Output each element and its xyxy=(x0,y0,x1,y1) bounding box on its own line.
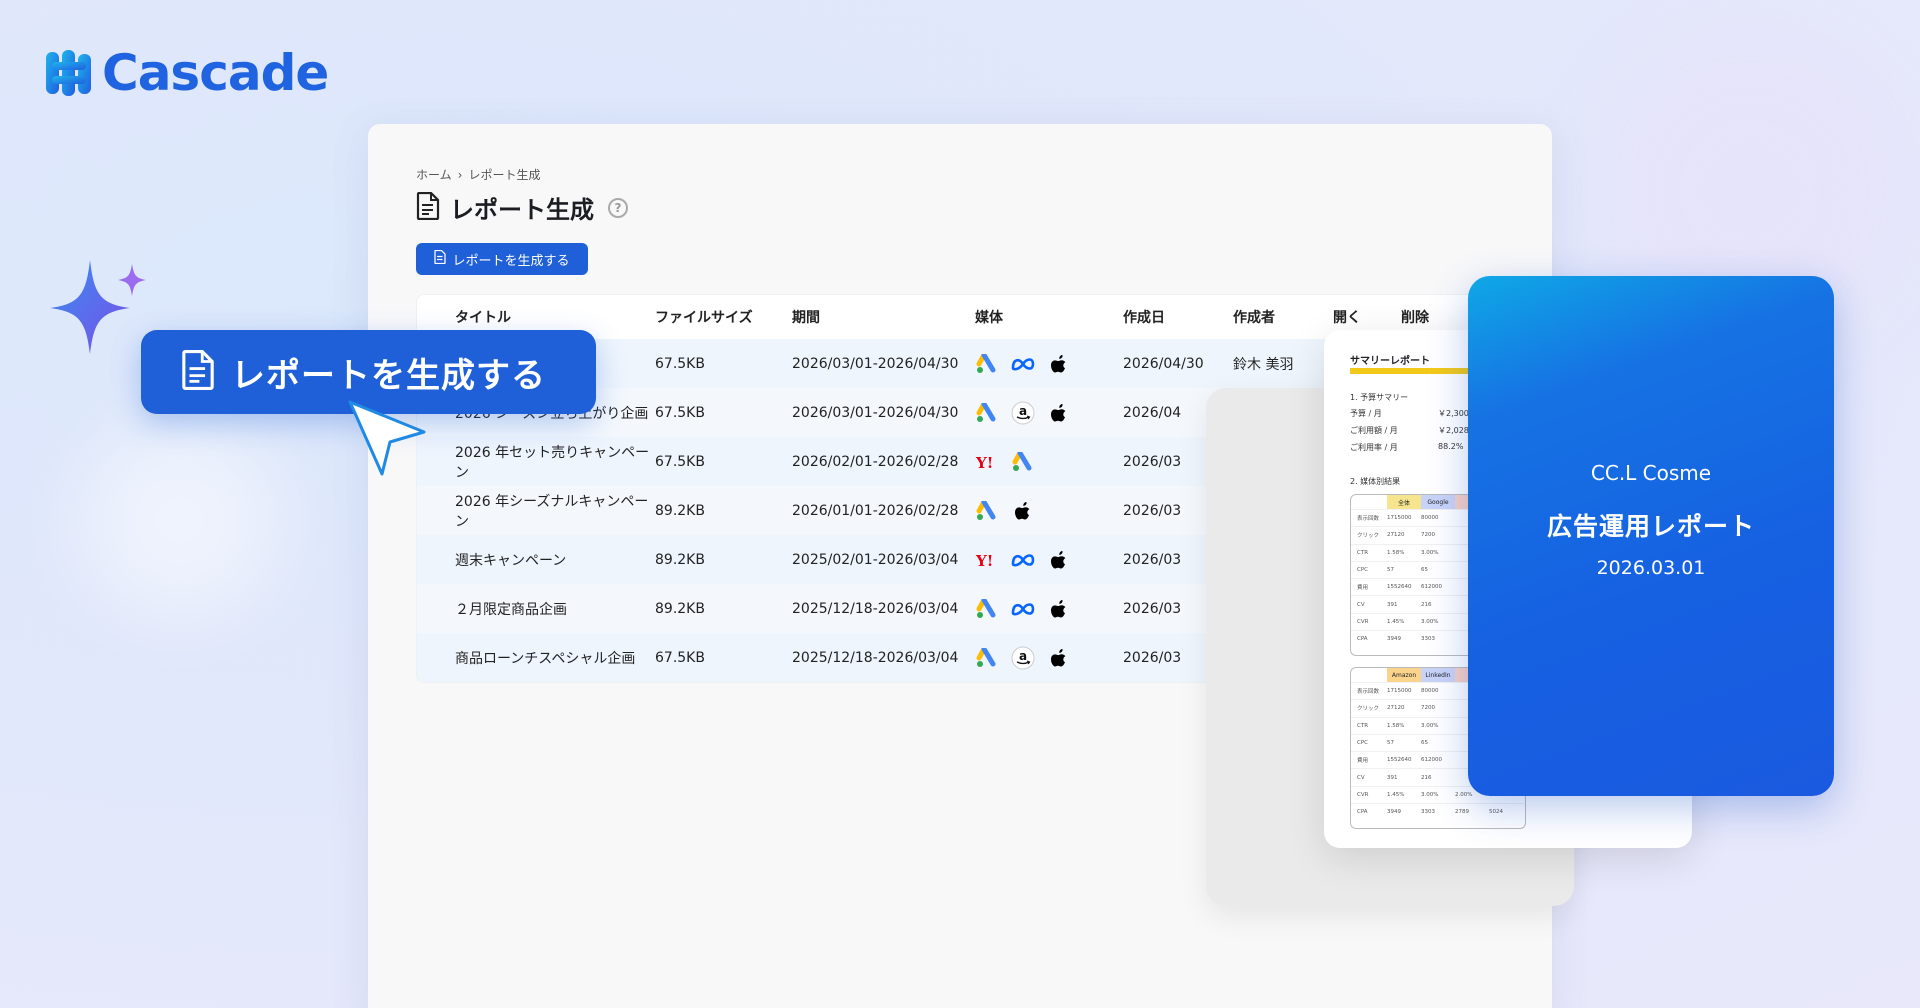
breadcrumb-current: レポート生成 xyxy=(468,168,541,182)
col-created[interactable]: 作成日 xyxy=(1123,307,1233,327)
row-media xyxy=(975,597,1123,621)
apple-icon xyxy=(1047,548,1071,572)
document-icon xyxy=(434,249,447,268)
google-ads-icon xyxy=(1011,450,1035,474)
apple-icon xyxy=(1047,597,1071,621)
row-media: a xyxy=(975,646,1123,670)
row-title: 商品ローンチスペシャル企画 xyxy=(455,650,636,667)
page-title: レポート生成 xyxy=(450,196,594,224)
mini-table-head-cell: LinkedIn xyxy=(1421,668,1455,682)
cover-company: CC.L Cosme xyxy=(1590,461,1712,485)
row-title: 2026 年シーズナルキャンペーン xyxy=(455,493,649,530)
report-cover: CC.L Cosme 広告運用レポート 2026.03.01 xyxy=(1468,276,1834,796)
brand-logo: Cascade xyxy=(44,44,329,102)
col-size[interactable]: ファイルサイズ xyxy=(655,307,792,327)
help-icon[interactable]: ? xyxy=(608,197,628,218)
col-media[interactable]: 媒体 xyxy=(975,307,1123,327)
apple-icon xyxy=(1047,401,1071,425)
cursor-arrow-icon xyxy=(346,398,428,480)
row-title: ２月限定商品企画 xyxy=(455,601,567,618)
row-media: Y! xyxy=(975,548,1123,572)
meta-icon xyxy=(1011,352,1035,376)
bg-blob xyxy=(80,420,280,620)
row-period: 2026/03/01-2026/04/30 xyxy=(792,404,959,421)
document-icon xyxy=(181,349,215,395)
report-section-media: 2. 媒体別結果 xyxy=(1350,477,1401,486)
mini-table-row: CPA 3949 3303 2789 5024 xyxy=(1351,803,1525,820)
brand-name: Cascade xyxy=(102,44,329,102)
col-open: 開く xyxy=(1333,310,1361,326)
budget-line: ご利用率 / 月 88.2% xyxy=(1350,442,1464,452)
row-size: 89.2KB xyxy=(655,600,705,617)
row-period: 2025/12/18-2026/03/04 xyxy=(792,600,959,617)
svg-text:Y!: Y! xyxy=(975,552,993,569)
google-ads-icon xyxy=(975,499,999,523)
row-period: 2025/12/18-2026/03/04 xyxy=(792,649,959,666)
row-title: 週末キャンペーン xyxy=(455,552,567,569)
row-size: 67.5KB xyxy=(655,453,705,470)
row-period: 2026/03/01-2026/04/30 xyxy=(792,355,959,372)
apple-icon xyxy=(1011,499,1035,523)
row-period: 2025/02/01-2026/03/04 xyxy=(792,551,959,568)
mini-table-head-cell: 全体 xyxy=(1387,495,1421,509)
cover-title: 広告運用レポート xyxy=(1546,512,1755,541)
budget-line: 予算 / 月 ￥2,300,0 xyxy=(1350,409,1477,418)
generate-report-button[interactable]: レポートを生成する xyxy=(416,243,588,275)
row-period: 2026/01/01-2026/02/28 xyxy=(792,502,959,519)
row-media: Y! xyxy=(975,450,1123,474)
col-author[interactable]: 作成者 xyxy=(1233,307,1333,327)
generate-button-label: レポートを生成する xyxy=(452,253,570,269)
meta-icon xyxy=(1011,548,1035,572)
document-icon xyxy=(416,191,440,224)
cascade-logo-icon xyxy=(44,48,94,98)
budget-line: ご利用額 / 月 ￥2,028,8 xyxy=(1350,426,1477,435)
row-size: 67.5KB xyxy=(655,355,705,372)
callout-label: レポートを生成する xyxy=(231,355,546,396)
row-period: 2026/02/01-2026/02/28 xyxy=(792,453,959,470)
row-media xyxy=(975,352,1123,376)
row-media: a xyxy=(975,401,1123,425)
row-size: 89.2KB xyxy=(655,551,705,568)
row-size: 67.5KB xyxy=(655,404,705,421)
google-ads-icon xyxy=(975,352,999,376)
breadcrumb-separator: › xyxy=(457,167,463,182)
breadcrumb: ホーム › レポート生成 xyxy=(416,166,540,183)
row-author: 鈴木 美羽 xyxy=(1233,356,1294,373)
row-size: 89.2KB xyxy=(655,502,705,519)
svg-text:a: a xyxy=(1019,404,1027,418)
svg-text:Y!: Y! xyxy=(975,454,993,471)
meta-icon xyxy=(1011,597,1035,621)
google-ads-icon xyxy=(975,597,999,621)
col-delete: 削除 xyxy=(1401,310,1429,326)
row-media xyxy=(975,499,1123,523)
row-size: 67.5KB xyxy=(655,649,705,666)
mini-table-head-cell: Google xyxy=(1421,495,1455,509)
report-section-budget: 1. 予算サマリー xyxy=(1350,393,1409,402)
col-title[interactable]: タイトル xyxy=(417,307,655,327)
row-title: 2026 年セット売りキャンペーン xyxy=(455,444,650,481)
page-header: レポート生成 ? xyxy=(416,190,628,225)
breadcrumb-home[interactable]: ホーム xyxy=(416,166,452,183)
apple-icon xyxy=(1047,646,1071,670)
amazon-icon: a xyxy=(1011,646,1035,670)
cover-date: 2026.03.01 xyxy=(1596,557,1706,579)
amazon-icon: a xyxy=(1011,401,1035,425)
row-created: 2026/04/30 xyxy=(1123,355,1204,372)
svg-text:a: a xyxy=(1019,649,1027,663)
mini-table-head-cell: Amazon xyxy=(1387,668,1421,682)
google-ads-icon xyxy=(975,401,999,425)
apple-icon xyxy=(1047,352,1071,376)
yahoo-icon: Y! xyxy=(975,548,999,572)
report-doc-title: サマリーレポート xyxy=(1350,356,1430,367)
google-ads-icon xyxy=(975,646,999,670)
col-period[interactable]: 期間 xyxy=(792,307,975,327)
yahoo-icon: Y! xyxy=(975,450,999,474)
